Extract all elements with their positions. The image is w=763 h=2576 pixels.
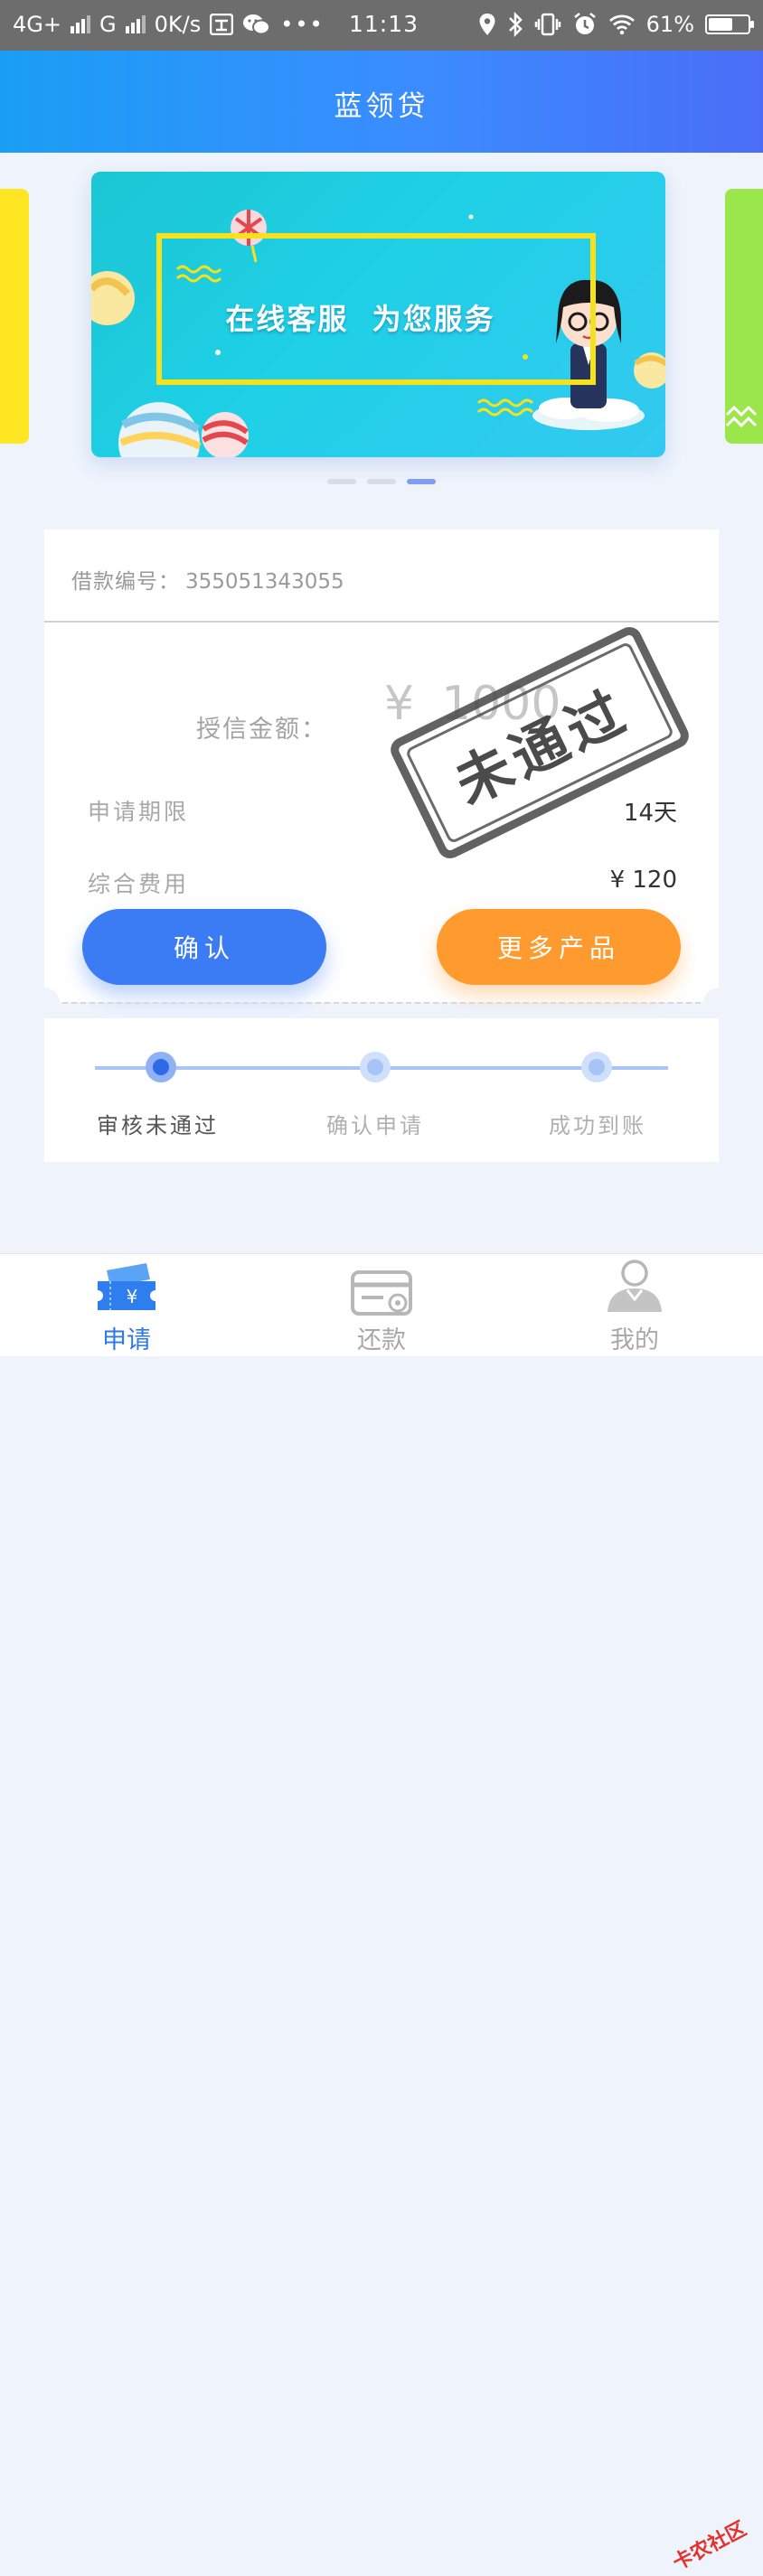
wechat-icon bbox=[243, 14, 271, 35]
loan-number-label: 借款编号： bbox=[71, 570, 180, 594]
term-value: 14天 bbox=[623, 800, 677, 827]
step-dot-success bbox=[581, 1052, 612, 1082]
network-speed: 0K/s bbox=[154, 12, 202, 37]
banner-carousel[interactable]: 在线客服 为您服务 bbox=[0, 153, 763, 496]
ticket-tear-line bbox=[29, 988, 734, 1018]
ticket-icon: ¥ bbox=[98, 1263, 155, 1310]
tab-apply[interactable]: ¥ 申请 bbox=[54, 1254, 199, 1356]
step-dot-rejected bbox=[146, 1052, 176, 1082]
bottom-tab-bar: ¥ 申请 还款 我的 卡农社区 bbox=[0, 1253, 763, 2575]
location-icon bbox=[479, 14, 495, 35]
clock: 11:13 bbox=[349, 11, 419, 37]
alarm-icon bbox=[573, 13, 596, 34]
page-title: 蓝领贷 bbox=[334, 90, 429, 123]
currency-symbol: ¥ bbox=[384, 677, 415, 731]
step-label-rejected: 审核未通过 bbox=[97, 1113, 219, 1138]
tab-label: 还款 bbox=[357, 1326, 406, 1354]
signal-icon bbox=[125, 15, 146, 33]
wifi-icon bbox=[608, 14, 635, 35]
credit-amount-label: 授信金额： bbox=[196, 716, 327, 744]
more-dots-icon: ••• bbox=[280, 12, 325, 37]
step-label-confirm: 确认申请 bbox=[326, 1113, 424, 1138]
battery-percent: 61% bbox=[645, 12, 694, 37]
banner-next-card[interactable] bbox=[725, 189, 763, 444]
card-icon bbox=[351, 1270, 412, 1316]
step-dot-confirm bbox=[360, 1052, 391, 1082]
bluetooth-icon bbox=[508, 12, 523, 37]
carousel-indicator bbox=[0, 479, 763, 484]
carousel-dot-active[interactable] bbox=[407, 479, 436, 484]
tab-mine[interactable]: 我的 bbox=[562, 1254, 707, 1356]
tab-repay[interactable]: 还款 bbox=[309, 1254, 454, 1356]
loan-detail-card: 授信金额： ¥1000 未通过 申请期限 14天 综合费用 ¥ 120 确认 更… bbox=[44, 623, 719, 1002]
carousel-dot[interactable] bbox=[367, 479, 396, 484]
loan-number-value: 355051343055 bbox=[185, 570, 344, 594]
watermark: 卡农社区 bbox=[669, 2517, 750, 2575]
vibrate-icon bbox=[534, 13, 560, 36]
banner-prev-card[interactable] bbox=[0, 189, 29, 444]
loan-number-card: 借款编号： 355051343055 bbox=[44, 529, 719, 622]
svg-text:¥: ¥ bbox=[127, 1286, 138, 1307]
network-type: 4G+ bbox=[13, 12, 61, 37]
app-notification-icon bbox=[210, 14, 234, 35]
fee-value: ¥ 120 bbox=[609, 866, 677, 894]
app-header: 蓝领贷 bbox=[0, 51, 763, 153]
more-products-button[interactable]: 更多产品 bbox=[437, 909, 681, 985]
progress-card: 审核未通过 确认申请 成功到账 bbox=[44, 1018, 719, 1162]
banner-text: 在线客服 为您服务 bbox=[225, 302, 495, 336]
status-bar: 4G+ G 0K/s ••• 11:13 61% bbox=[0, 0, 763, 51]
network-type-2: G bbox=[99, 12, 117, 37]
battery-icon bbox=[705, 14, 754, 34]
step-label-success: 成功到账 bbox=[549, 1113, 646, 1138]
tab-label: 申请 bbox=[102, 1326, 151, 1354]
banner-slide[interactable]: 在线客服 为您服务 bbox=[91, 172, 665, 457]
term-label: 申请期限 bbox=[88, 799, 190, 825]
user-icon bbox=[608, 1260, 662, 1312]
confirm-button[interactable]: 确认 bbox=[82, 909, 326, 985]
loan-number-row: 借款编号： 355051343055 bbox=[71, 564, 344, 595]
signal-icon bbox=[70, 15, 90, 33]
fee-label: 综合费用 bbox=[88, 871, 190, 897]
carousel-dot[interactable] bbox=[327, 479, 356, 484]
tab-label: 我的 bbox=[610, 1326, 659, 1354]
